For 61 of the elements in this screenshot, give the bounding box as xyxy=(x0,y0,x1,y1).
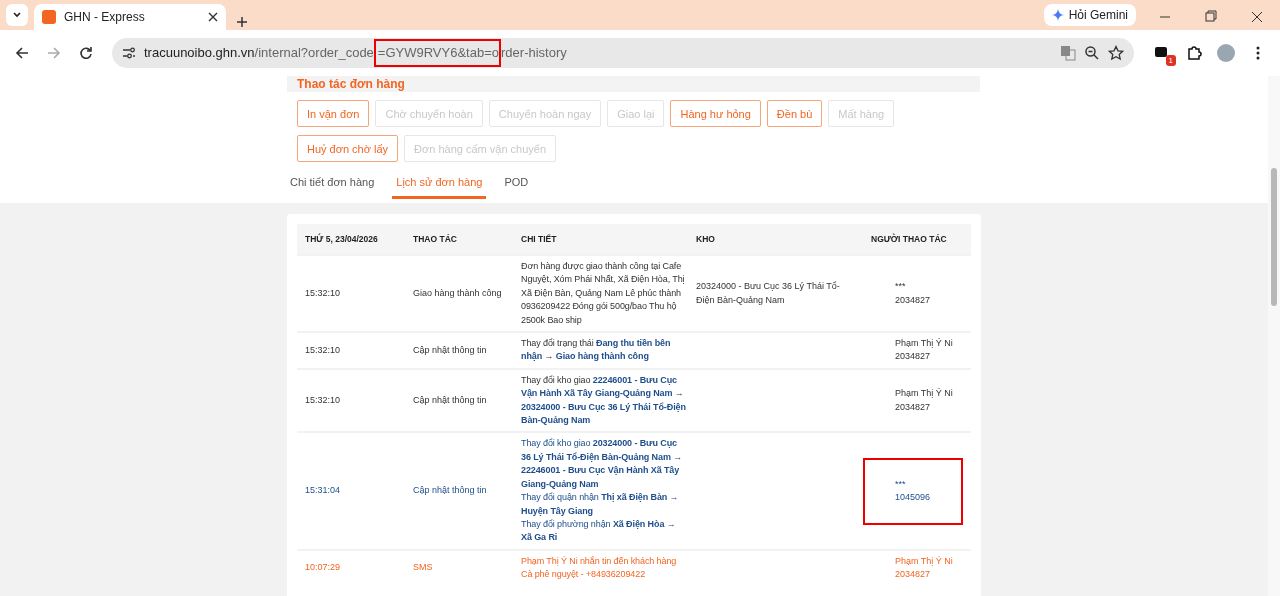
reload-icon xyxy=(79,46,93,60)
time-cell: 15:31:04 xyxy=(297,432,405,550)
gemini-button[interactable]: Hỏi Gemini xyxy=(1043,4,1136,26)
tab-list-button[interactable] xyxy=(6,4,28,26)
extension-button[interactable]: 1 xyxy=(1148,39,1176,67)
close-icon[interactable] xyxy=(208,12,218,22)
action-button[interactable]: Huỷ đơn chờ lấy xyxy=(297,135,399,162)
warehouse-cell: 20324000 - Bưu Cục 36 Lý Thái Tổ-Điện Bàn-Quảng Nam xyxy=(688,255,863,333)
operator-cell: Phạm Thị Ý Ni 2034827 xyxy=(863,368,971,433)
detail-cell: Thay đổi kho giao 22246001 - Bưu Cục Vận Hành Xã Tây Giang-Quảng Nam → 20324000 - Bưu Cục 36 Lý Thái Tổ-Điện Bàn-Quảng Nam xyxy=(513,368,688,433)
column-header: CHI TIẾT xyxy=(513,224,688,255)
action-button[interactable]: Đền bù xyxy=(766,100,823,127)
operator-cell: *** 2034827 xyxy=(863,255,971,333)
time-cell: 15:32:10 xyxy=(297,368,405,433)
time-cell: 15:32:10 xyxy=(297,332,405,369)
tab-title: GHN - Express xyxy=(64,10,146,24)
column-header: THỨ 5, 23/04/2026 xyxy=(297,224,405,255)
action-cell: Cập nhật thông tin xyxy=(405,368,513,433)
action-cell: Giao hàng thành công xyxy=(405,255,513,333)
menu-icon xyxy=(1256,46,1260,60)
column-header: KHO xyxy=(688,224,863,255)
page-tab[interactable]: Lịch sử đơn hàng xyxy=(392,170,487,199)
forward-arrow-icon xyxy=(47,46,61,60)
scrollbar[interactable] xyxy=(1268,76,1280,596)
page-tab[interactable]: Chi tiết đơn hàng xyxy=(286,170,379,199)
page-tab[interactable]: POD xyxy=(500,170,533,199)
url-text: tracuunoibo.ghn.vn xyxy=(144,45,255,61)
column-header: THAO TÁC xyxy=(405,224,513,255)
url-text: /internal?order_code xyxy=(254,45,374,61)
action-button[interactable]: Hàng hư hỏng xyxy=(670,100,761,127)
operator-cell: Phạm Thị Ý Ni 2034827 xyxy=(863,549,971,586)
chevron-down-icon xyxy=(12,10,22,20)
url-text: =GYW9RVY6&tab=o xyxy=(373,39,501,67)
operator-cell: *** 1045096 xyxy=(863,457,963,525)
action-cell: Cập nhật thông tin xyxy=(405,432,513,550)
operator-cell: Phạm Thị Ý Ni 2034827 xyxy=(863,332,971,369)
plus-icon xyxy=(236,16,248,28)
detail-cell: Thay đổi trạng thái Đang thu tiền bên nhận → Giao hàng thành công xyxy=(513,332,688,369)
translate-icon[interactable] xyxy=(1060,45,1076,61)
detail-cell: Phạm Thị Ý Ni nhắn tin đến khách hàng Cà phê nguyệt - +84936209422 xyxy=(513,549,688,586)
site-settings-icon[interactable] xyxy=(122,46,136,60)
notification-badge: 1 xyxy=(1165,55,1176,66)
puzzle-icon xyxy=(1186,45,1202,61)
column-header: NGƯỜI THAO TÁC xyxy=(863,224,971,255)
back-arrow-icon xyxy=(15,46,29,60)
avatar-icon xyxy=(1217,44,1235,62)
action-button[interactable]: In vận đơn xyxy=(297,100,370,127)
detail-cell: Thay đổi kho giao 20324000 - Bưu Cục 36 Lý Thái Tổ-Điện Bàn-Quảng Nam → 22246001 - Bưu Cục Vận Hành Xã Tây Giang-Quảng Nam Thay đổi quận nhận Thị xã Điện Bàn → Huyện Tây Giang Thay đổi phường nhận Xã Điện Hòa → Xã Ga Ri xyxy=(513,432,688,550)
sparkle-icon xyxy=(1051,9,1064,21)
detail-cell: Đơn hàng được giao thành công tại Cafe Nguyệt, Xóm Phái Nhất, Xã Điện Hòa, Thị Xã Điện Bàn, Quảng Nam Lê phúc thành 0936209422 Đóng gói 500g/bao Thu hộ 2500k Bao ship xyxy=(513,255,688,333)
logo-icon xyxy=(42,10,56,24)
time-cell: 15:32:10 xyxy=(297,255,405,333)
action-cell: Cập nhật thông tin xyxy=(405,332,513,369)
time-cell: 10:07:29 xyxy=(297,549,405,586)
action-cell: SMS xyxy=(405,549,513,586)
zoom-out-icon[interactable] xyxy=(1084,45,1100,61)
section-title: Thao tác đơn hàng xyxy=(287,76,980,92)
address-bar[interactable]: tracuunoibo.ghn.vn/internal?order_code =GYW9RVY6&tab=o rder-history xyxy=(112,38,1134,68)
url-text: rder-history xyxy=(501,45,567,61)
browser-tab[interactable]: GHN - Express xyxy=(34,4,226,30)
star-icon[interactable] xyxy=(1108,45,1124,61)
